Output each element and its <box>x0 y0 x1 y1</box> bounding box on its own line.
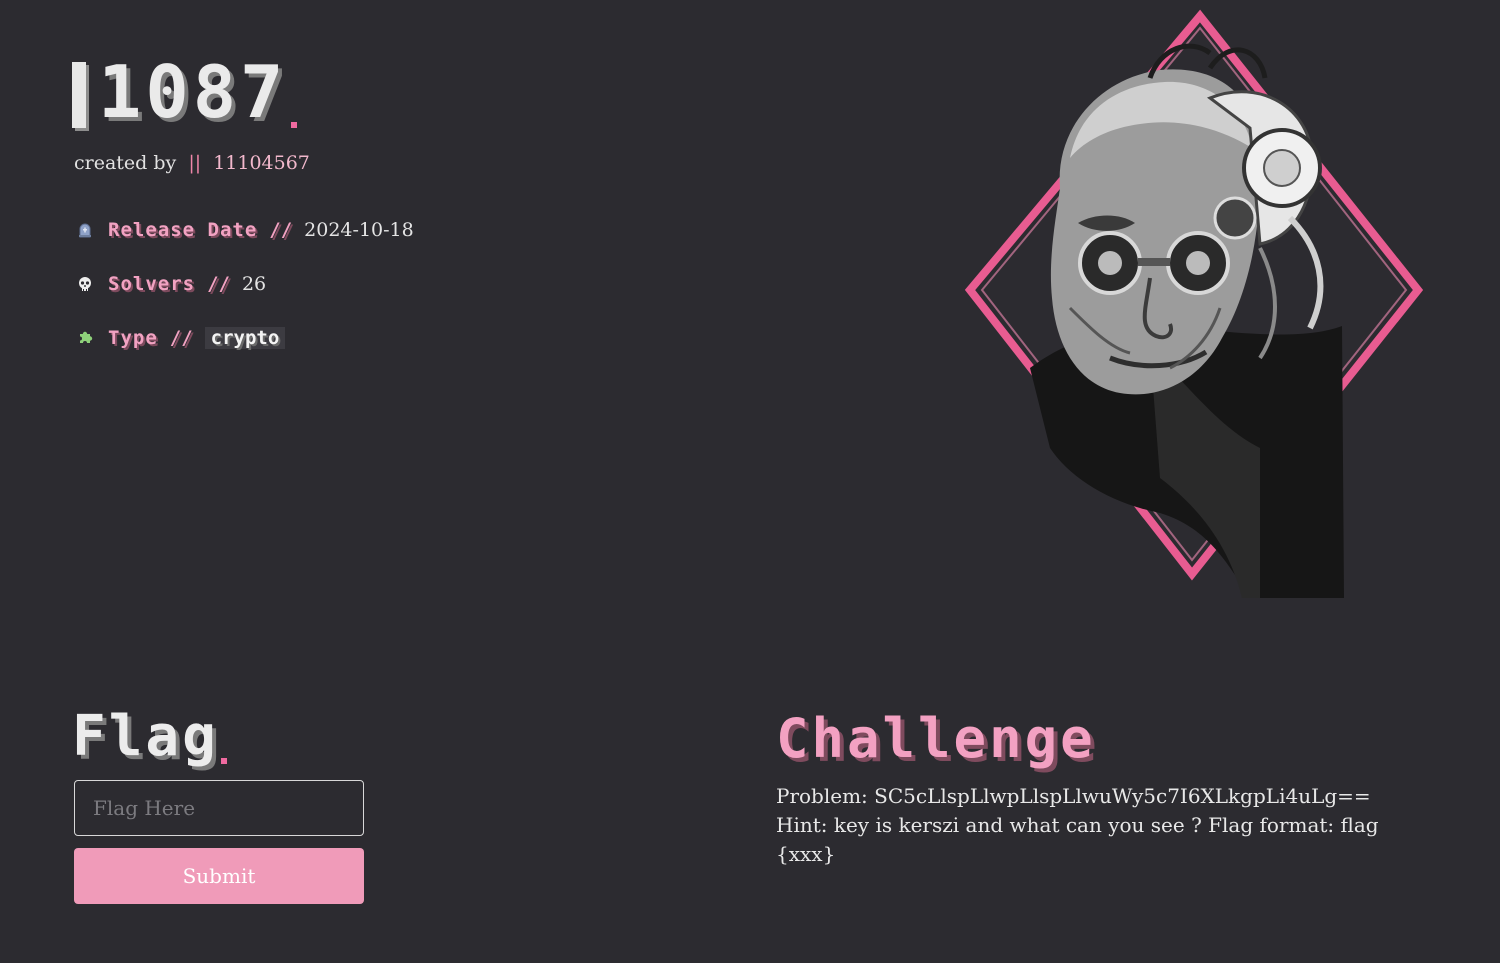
release-date-row: Release Date // 2024-10-18 <box>76 218 414 242</box>
flag-title: Flag <box>72 704 219 769</box>
release-date-slash: // <box>269 219 293 241</box>
solvers-slash: // <box>207 273 230 295</box>
type-slash: // <box>169 327 193 349</box>
created-by-label: created by <box>74 152 177 174</box>
flag-title-dot <box>220 758 227 764</box>
challenge-title-block: 1087 <box>72 50 298 134</box>
flag-input[interactable] <box>74 780 364 836</box>
type-label: Type <box>108 327 158 349</box>
created-by-separator: || <box>188 152 202 174</box>
cyborg-portrait-illustration <box>964 9 1424 598</box>
solvers-label: Solvers <box>108 273 196 295</box>
hint-text: Hint: key is kerszi and what can you see… <box>776 813 1379 866</box>
puzzle-icon <box>76 329 94 347</box>
solvers-row: Solvers // 26 <box>76 272 266 296</box>
release-date-label: Release Date <box>108 219 258 241</box>
release-date-value: 2024-10-18 <box>304 219 414 241</box>
title-bar-decoration <box>72 62 86 128</box>
author-name[interactable]: 11104567 <box>213 152 310 174</box>
challenge-heading: Challenge <box>776 707 1096 770</box>
solvers-value: 26 <box>241 273 267 295</box>
challenge-description: Problem: SC5cLlspLlwpLlspLlwuWy5c7I6XLkg… <box>776 782 1396 869</box>
created-by-line: created by || 11104567 <box>74 152 310 174</box>
title-dot-decoration <box>291 122 298 128</box>
skull-icon <box>76 275 94 293</box>
challenge-page: 1087 created by || 11104567 Release Date… <box>0 0 1500 963</box>
submit-button[interactable]: Submit <box>74 848 364 904</box>
tombstone-icon <box>76 221 94 239</box>
problem-text: Problem: SC5cLlspLlwpLlspLlwuWy5c7I6XLkg… <box>776 784 1371 808</box>
flag-section-heading: Flag <box>72 708 227 766</box>
challenge-id: 1087 <box>98 50 288 134</box>
type-row: Type // crypto <box>76 326 286 350</box>
type-value-tag: crypto <box>204 327 286 349</box>
